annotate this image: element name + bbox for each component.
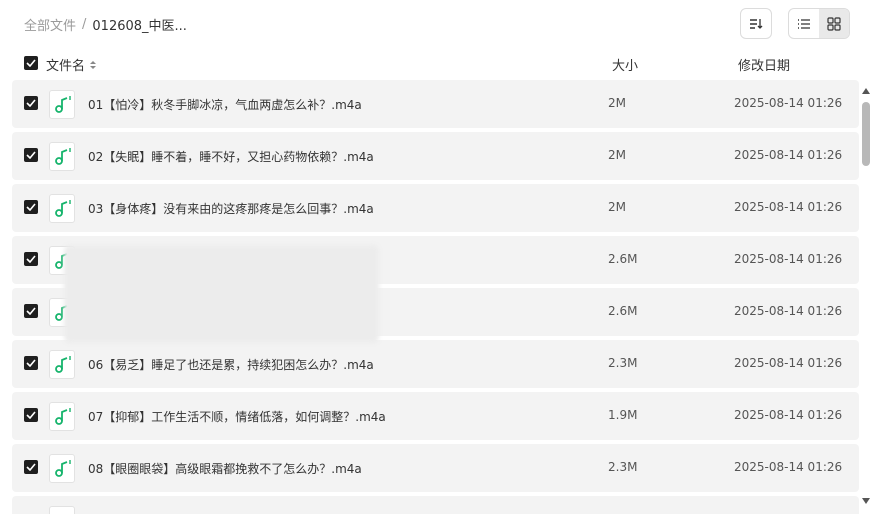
audio-file-icon xyxy=(49,402,75,431)
file-row[interactable]: 03【身体疼】没有来由的这疼那疼是怎么回事？.m4a 2M 2025-08-14… xyxy=(12,184,859,232)
file-modified-date: 2025-08-14 01:26 xyxy=(734,96,843,110)
file-size: 2.3M xyxy=(608,356,638,370)
column-header-modified[interactable]: 修改日期 xyxy=(738,55,790,74)
music-note-icon xyxy=(55,460,71,477)
audio-file-icon xyxy=(49,350,75,379)
scroll-up-arrow-icon[interactable] xyxy=(861,86,871,96)
file-name: 08【眼圈眼袋】高级眼霜都挽救不了怎么办？.m4a xyxy=(88,462,362,476)
file-row[interactable]: 08【眼圈眼袋】高级眼霜都挽救不了怎么办？.m4a 2.3M 2025-08-1… xyxy=(12,444,859,492)
column-header-name-label: 文件名 xyxy=(46,59,86,74)
file-modified-date: 2025-08-14 01:26 xyxy=(734,252,843,266)
breadcrumb-root-link[interactable]: 全部文件 xyxy=(24,15,76,34)
file-size: 2M xyxy=(608,200,626,214)
grid-view-button[interactable] xyxy=(819,9,849,38)
file-size: 2M xyxy=(608,148,626,162)
column-header-name[interactable]: 文件名 xyxy=(46,55,97,74)
audio-file-icon xyxy=(49,454,75,483)
select-all-checkbox[interactable] xyxy=(24,56,38,70)
row-checkbox[interactable] xyxy=(24,148,38,162)
file-name: 07【抑郁】工作生活不顺，情绪低落，如何调整？.m4a xyxy=(88,410,386,424)
check-icon xyxy=(26,359,36,367)
file-name: 06【易乏】睡足了也还是累，持续犯困怎么办？.m4a xyxy=(88,358,374,372)
music-note-icon xyxy=(55,200,71,217)
check-icon xyxy=(26,203,36,211)
check-icon xyxy=(26,59,36,67)
breadcrumb-current-folder: 012608_中医... xyxy=(92,18,187,34)
file-name: 01【怕冷】秋冬手脚冰凉，气血两虚怎么补？.m4a xyxy=(88,98,362,112)
file-row[interactable]: 02【失眠】睡不着，睡不好，又担心药物依赖？.m4a 2M 2025-08-14… xyxy=(12,132,859,180)
file-name: 02【失眠】睡不着，睡不好，又担心药物依赖？.m4a xyxy=(88,150,374,164)
audio-file-icon xyxy=(49,90,75,119)
file-modified-date: 2025-08-14 01:26 xyxy=(734,304,843,318)
check-icon xyxy=(26,307,36,315)
row-checkbox[interactable] xyxy=(24,408,38,422)
row-checkbox[interactable] xyxy=(24,356,38,370)
check-icon xyxy=(26,411,36,419)
row-checkbox[interactable] xyxy=(24,460,38,474)
file-row[interactable]: 06【易乏】睡足了也还是累，持续犯困怎么办？.m4a 2.3M 2025-08-… xyxy=(12,340,859,388)
file-name: 03【身体疼】没有来由的这疼那疼是怎么回事？.m4a xyxy=(88,202,374,216)
file-row[interactable]: 01【怕冷】秋冬手脚冰凉，气血两虚怎么补？.m4a 2M 2025-08-14 … xyxy=(12,80,859,128)
list-view-icon xyxy=(798,18,810,29)
music-note-icon xyxy=(55,96,71,113)
breadcrumb-separator: / xyxy=(82,16,87,32)
file-modified-date: 2025-08-14 01:26 xyxy=(734,356,843,370)
file-modified-date: 2025-08-14 01:26 xyxy=(734,200,843,214)
check-icon xyxy=(26,99,36,107)
grid-view-icon xyxy=(827,16,841,31)
file-size: 1.9M xyxy=(608,408,638,422)
check-icon xyxy=(26,463,36,471)
row-checkbox[interactable] xyxy=(24,304,38,318)
file-size: 2.6M xyxy=(608,252,638,266)
view-toggle xyxy=(788,8,850,39)
check-icon xyxy=(26,255,36,263)
row-checkbox[interactable] xyxy=(24,252,38,266)
file-size: 2M xyxy=(608,96,626,110)
file-modified-date: 2025-08-14 01:26 xyxy=(734,408,843,422)
redacted-region xyxy=(64,245,379,343)
row-checkbox[interactable] xyxy=(24,200,38,214)
breadcrumb: 全部文件 / 012608_中医... xyxy=(24,14,187,34)
music-note-icon xyxy=(55,148,71,165)
audio-file-icon xyxy=(49,142,75,171)
music-note-icon xyxy=(55,356,71,373)
audio-file-icon xyxy=(49,506,75,514)
sort-icon xyxy=(750,18,763,29)
file-row[interactable]: 07【抑郁】工作生活不顺，情绪低落，如何调整？.m4a 1.9M 2025-08… xyxy=(12,392,859,440)
sort-button[interactable] xyxy=(740,8,772,39)
sort-toggle-icon xyxy=(90,60,97,69)
table-header: 文件名 大小 修改日期 xyxy=(24,55,844,74)
scrollbar-thumb[interactable] xyxy=(862,102,870,166)
audio-file-icon xyxy=(49,194,75,223)
file-modified-date: 2025-08-14 01:26 xyxy=(734,148,843,162)
file-row-partial[interactable] xyxy=(12,496,859,514)
row-checkbox[interactable] xyxy=(24,96,38,110)
music-note-icon xyxy=(55,408,71,425)
column-header-size[interactable]: 大小 xyxy=(612,55,638,74)
scroll-down-arrow-icon[interactable] xyxy=(861,496,871,506)
file-modified-date: 2025-08-14 01:26 xyxy=(734,460,843,474)
check-icon xyxy=(26,151,36,159)
file-size: 2.3M xyxy=(608,460,638,474)
file-size: 2.6M xyxy=(608,304,638,318)
list-view-button[interactable] xyxy=(789,9,819,38)
